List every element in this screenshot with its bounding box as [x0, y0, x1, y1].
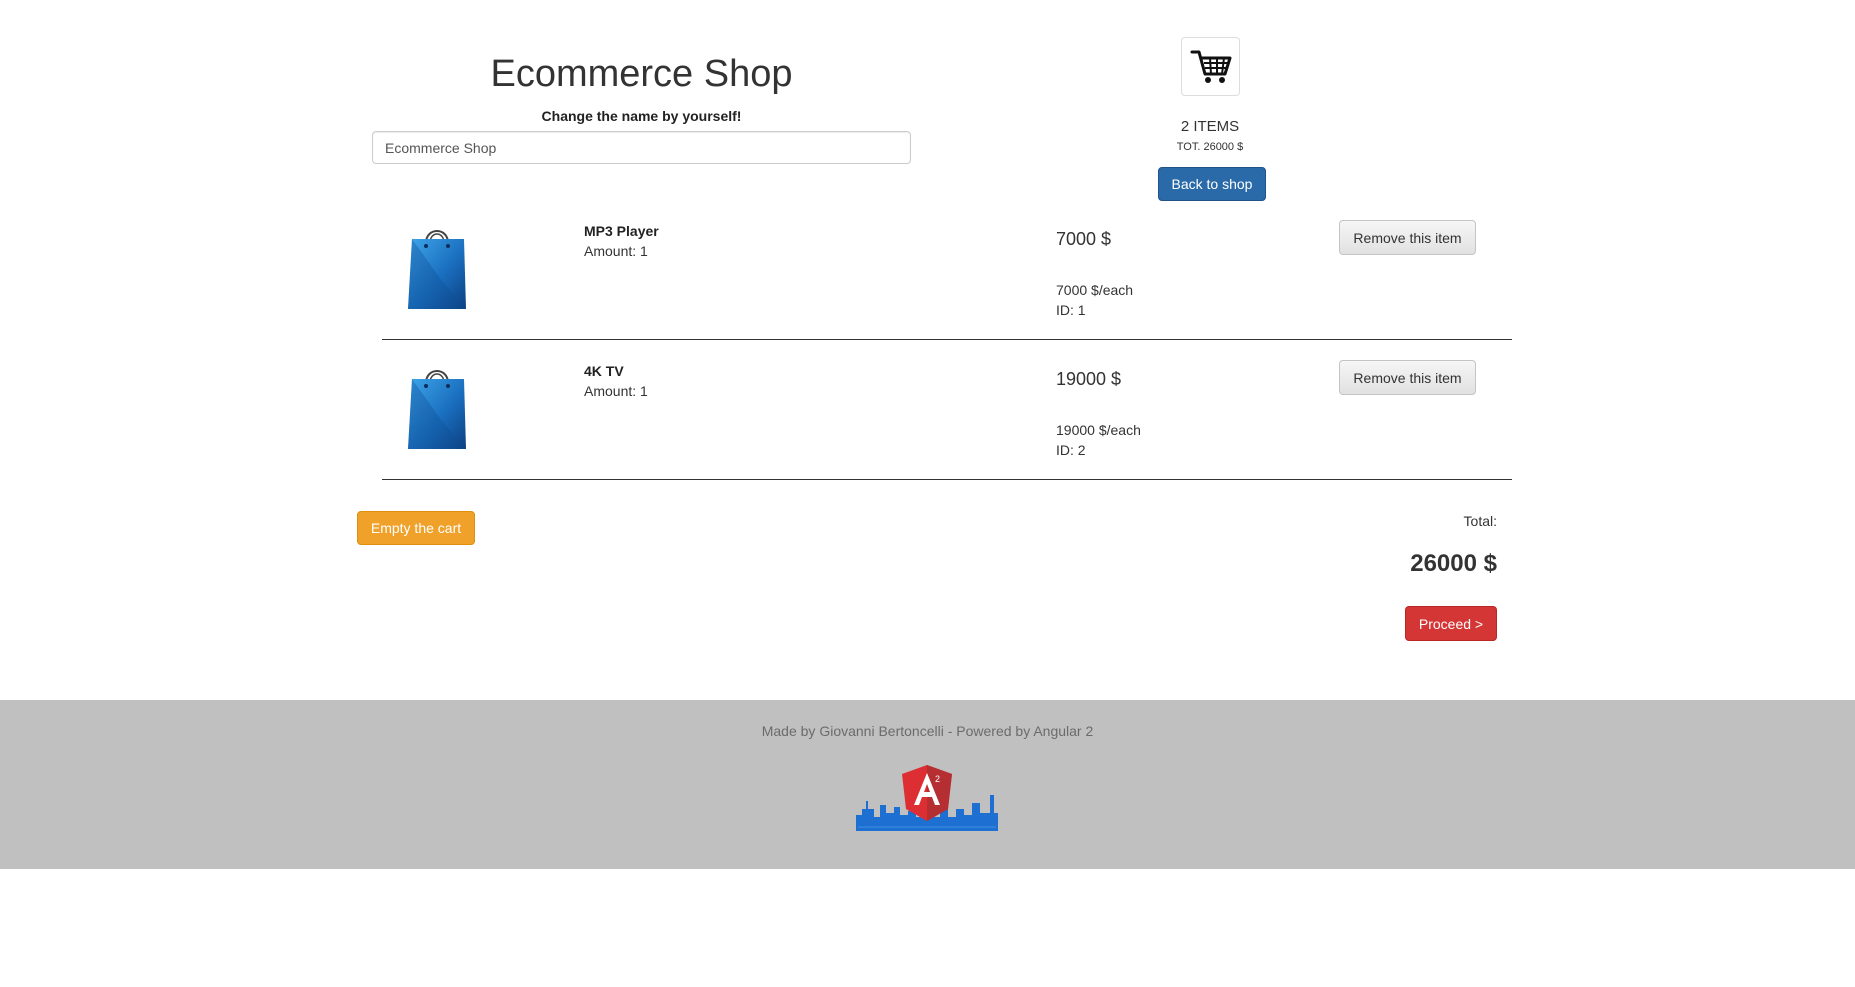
item-id: ID: 2 [1056, 442, 1086, 458]
remove-item-button[interactable]: Remove this item [1339, 220, 1476, 255]
shop-name-input[interactable] [372, 131, 911, 164]
shopping-bag-icon [408, 230, 466, 309]
item-amount: Amount: 1 [584, 243, 648, 259]
footer-credit: Made by Giovanni Bertoncelli - Powered b… [761, 723, 1094, 739]
item-unit-price: 19000 $/each [1056, 422, 1141, 438]
cart-total-small: TOT. 26000 $ [1176, 141, 1244, 153]
remove-item-button[interactable]: Remove this item [1339, 360, 1476, 395]
proceed-button[interactable]: Proceed > [1405, 606, 1497, 641]
item-divider [382, 479, 1512, 480]
item-id: ID: 1 [1056, 302, 1086, 318]
shopping-cart-icon [1190, 50, 1231, 83]
item-amount: Amount: 1 [584, 383, 648, 399]
item-price: 19000 $ [1056, 369, 1122, 389]
back-to-shop-button[interactable]: Back to shop [1158, 167, 1266, 201]
cart-items-count: 2 ITEMS [1180, 118, 1240, 135]
angular-2-logo: 2 [856, 765, 998, 831]
shop-title: Ecommerce Shop [490, 53, 793, 95]
total-value: 26000 $ [1410, 550, 1497, 577]
item-name: MP3 Player [584, 223, 659, 239]
shop-name-hint: Change the name by yourself! [541, 108, 742, 124]
item-name: 4K TV [584, 363, 624, 379]
svg-text:2: 2 [935, 774, 940, 784]
shopping-bag-icon [408, 370, 466, 449]
cart-thumbnail[interactable] [1181, 37, 1240, 96]
empty-cart-button[interactable]: Empty the cart [357, 511, 475, 545]
total-label: Total: [1463, 513, 1497, 529]
item-divider [382, 339, 1512, 340]
item-unit-price: 7000 $/each [1056, 282, 1134, 298]
item-price: 7000 $ [1056, 229, 1112, 249]
